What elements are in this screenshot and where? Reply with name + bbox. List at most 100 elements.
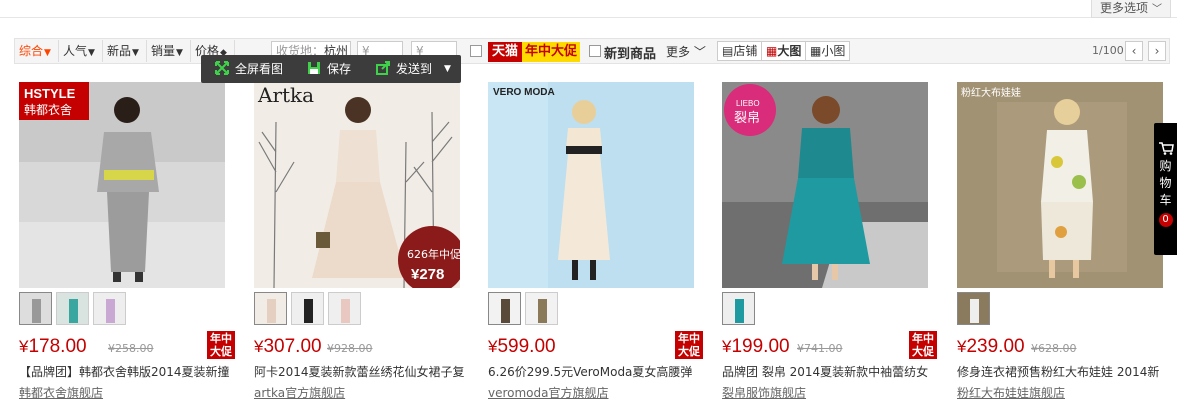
sort-sales-label: 销量 [151,44,176,58]
promo-badge: 年中 大促 [207,331,235,359]
sort-popularity[interactable]: 人气▼ [59,40,103,62]
view-store-button[interactable]: ▤店铺 [717,41,763,61]
thumbnail[interactable] [957,292,990,325]
save-icon [308,62,320,74]
product-title[interactable]: 【品牌团】韩都衣舍韩版2014夏装新撞 [19,363,231,380]
product-title[interactable]: 6.26价299.5元VeroModa夏女高腰弹 [488,363,700,380]
price-value: 239.00 [966,336,1025,357]
view-small-label: 小图 [821,44,846,58]
svg-text:¥278: ¥278 [411,266,444,283]
view-small-button[interactable]: ▦小图 [805,41,851,61]
product-card[interactable]: HSTYLE 韩都衣舍 ¥178.00 ¥258.00 年中 大促 【品牌团】韩都… [14,73,236,400]
product-photo: LIEBO 裂帛 [722,82,928,288]
grid-small-icon: ▦ [810,44,822,58]
thumbnail[interactable] [56,292,89,325]
svg-text:VERO MODA: VERO MODA [493,87,555,98]
original-price: ¥258.00 [108,342,154,355]
product-photo: Artka 626年中促 ¥278 [254,82,460,288]
thumbnail[interactable] [254,292,287,325]
product-image[interactable]: 粉红大布娃娃 [957,82,1163,288]
next-page-button[interactable]: › [1148,41,1166,61]
save-button[interactable]: 保存 [307,55,351,83]
thumbnail[interactable] [525,292,558,325]
sort-default[interactable]: 综合▼ [15,40,59,62]
send-to-label: 发送到 [396,62,433,76]
grid-large-icon: ▦ [766,44,778,58]
view-large-button[interactable]: ▦大图 [761,41,807,61]
thumbnail-strip [722,292,755,326]
promo-badge: 年中 大促 [909,331,937,359]
svg-text:裂帛: 裂帛 [734,110,760,126]
shop-link[interactable]: 裂帛服饰旗舰店 [722,384,806,401]
svg-text:HSTYLE: HSTYLE [24,86,76,101]
send-to-dropdown[interactable]: ▼ [444,55,451,83]
view-store-label: 店铺 [733,44,758,58]
original-price: ¥628.00 [1031,342,1077,355]
product-image[interactable]: Artka 626年中促 ¥278 [254,82,460,288]
product-card[interactable]: Artka 626年中促 ¥278 ¥307.00 ¥928.00 阿卡2014… [249,73,471,400]
shop-link[interactable]: veromoda官方旗舰店 [488,384,609,401]
sort-new-label: 新品 [107,44,132,58]
top-divider [0,0,1177,18]
shop-link[interactable]: artka官方旗舰店 [254,384,345,401]
svg-text:韩都衣舍: 韩都衣舍 [24,102,72,117]
sort-sales[interactable]: 销量▼ [147,40,191,62]
new-goods-label: 新到商品 [604,47,657,62]
promo-line-1: 年中 [210,332,232,345]
promo-line-2: 大促 [912,345,934,358]
shop-link[interactable]: 粉红大布娃娃旗舰店 [957,384,1065,401]
product-title[interactable]: 阿卡2014夏装新款蕾丝绣花仙女裙子复 [254,363,466,380]
tmall-checkbox[interactable] [470,45,482,57]
product-title[interactable]: 品牌团 裂帛 2014夏装新款中袖蕾纺女 [722,363,934,380]
thumbnail[interactable] [291,292,324,325]
chevron-left-icon: ‹ [1131,44,1137,58]
fullscreen-label: 全屏看图 [235,62,284,76]
cart-sidebar[interactable]: 购 物 车 0 [1154,123,1177,255]
filter-bar: 综合▼ 人气▼ 新品▼ 销量▼ 价格◆ 收货地：杭州 ¥ ¥ 天猫 年中大促 新… [14,38,1170,64]
fullscreen-button[interactable]: 全屏看图 [215,55,283,83]
thumbnail[interactable] [328,292,361,325]
thumbnail-strip [488,292,558,326]
more-filter-button[interactable]: 更多 ﹀ [666,43,706,60]
shop-link[interactable]: 韩都衣舍旗舰店 [19,384,103,401]
chevron-down-icon: ﹀ [693,45,706,59]
thumbnail[interactable] [488,292,521,325]
cart-label-2: 物 [1159,176,1172,190]
arrow-down-icon: ▼ [132,48,139,58]
more-options-button[interactable]: 更多选项 ﹀ [1090,0,1171,18]
sort-new[interactable]: 新品▼ [103,40,147,62]
product-card[interactable]: VERO MODA ¥599.00 年中 大促 6.26价299.5元VeroMo… [483,73,705,400]
price-value: 199.00 [731,336,790,357]
product-card[interactable]: LIEBO 裂帛 ¥199.00 ¥741.00 年中 大促 品牌团 裂帛 201… [717,73,939,400]
more-filter-label: 更多 [666,45,691,59]
price: ¥178.00 [19,336,87,358]
thumbnail[interactable] [722,292,755,325]
cart-label-1: 购 [1159,159,1172,173]
caret-down-icon: ▼ [444,64,451,74]
share-icon [376,61,390,75]
product-card[interactable]: 粉红大布娃娃 ¥239.00 ¥628.00 修身连衣裙预售粉红大布娃娃 201… [952,73,1174,400]
chevron-down-icon: ﹀ [1152,4,1162,15]
tmall-filter[interactable]: 天猫 年中大促 [488,42,581,62]
product-image[interactable]: LIEBO 裂帛 [722,82,928,288]
price: ¥307.00 [254,336,322,358]
view-large-label: 大图 [777,44,802,58]
promo-line-2: 大促 [678,345,700,358]
send-to-button[interactable]: 发送到 [376,55,432,83]
more-options-label: 更多选项 [1099,1,1148,15]
product-image[interactable]: HSTYLE 韩都衣舍 [19,82,225,288]
svg-text:粉红大布娃娃: 粉红大布娃娃 [961,86,1021,99]
prev-page-button[interactable]: ‹ [1125,41,1143,61]
original-price: ¥741.00 [797,342,843,355]
mid-year-sale-label: 年中大促 [522,42,581,62]
chevron-right-icon: › [1154,44,1160,58]
price: ¥239.00 [957,336,1025,358]
original-price: ¥928.00 [327,342,373,355]
product-photo: 粉红大布娃娃 [957,82,1163,288]
product-title[interactable]: 修身连衣裙预售粉红大布娃娃 2014新 [957,363,1169,380]
thumbnail[interactable] [93,292,126,325]
thumbnail[interactable] [19,292,52,325]
new-goods-checkbox[interactable] [589,45,601,57]
promo-line-1: 年中 [678,332,700,345]
product-image[interactable]: VERO MODA [488,82,694,288]
